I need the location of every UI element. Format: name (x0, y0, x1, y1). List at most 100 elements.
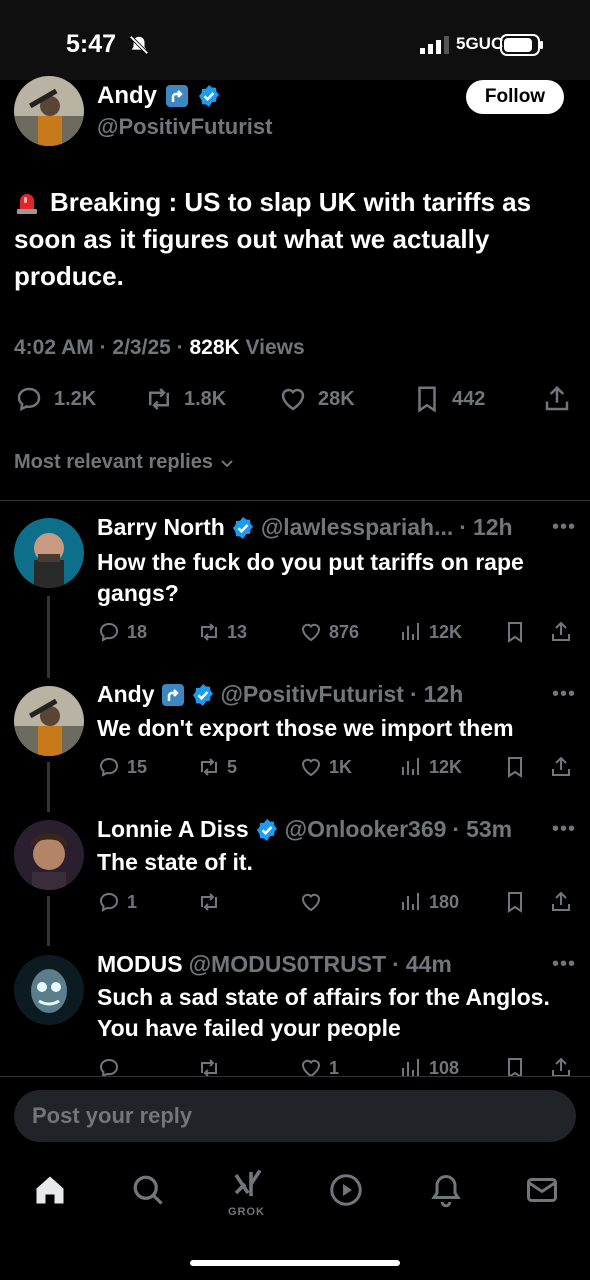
author-avatar[interactable] (14, 76, 84, 146)
repost-icon (201, 893, 217, 911)
notifications-bell-icon[interactable] (428, 1172, 464, 1208)
tweet-text-body: Breaking : US to slap UK with tariffs as… (14, 187, 532, 291)
repost-action[interactable]: 5 (197, 755, 237, 779)
reply-header: MODUS @MODUS0TRUST · 44m (97, 951, 452, 978)
repost-action[interactable] (197, 890, 227, 914)
author-handle[interactable]: @PositivFuturist (97, 114, 272, 140)
views-action[interactable]: 12K (399, 620, 462, 644)
reply-avatar[interactable] (14, 518, 84, 588)
reply-avatar[interactable] (14, 686, 84, 756)
status-time: 5:47 (66, 30, 117, 58)
signal-icon (420, 36, 449, 54)
share-action[interactable] (549, 890, 573, 914)
repost-count: 13 (227, 621, 248, 642)
repost-action[interactable]: 1.8K (144, 384, 226, 414)
network-label: 5GUC (456, 34, 504, 53)
repost-action[interactable]: 13 (197, 620, 247, 644)
reply-icon (99, 622, 119, 642)
like-action[interactable]: 1K (299, 755, 352, 779)
reply-action[interactable]: 18 (97, 620, 147, 644)
share-icon (545, 385, 569, 411)
views-action[interactable]: 180 (399, 890, 459, 914)
reply-input[interactable]: Post your reply (14, 1090, 576, 1142)
bookmark-icon (508, 622, 522, 643)
tweet-views-count: 828K (189, 336, 240, 359)
home-icon[interactable] (32, 1172, 68, 1208)
grok-icon[interactable] (230, 1166, 266, 1202)
status-bar: 5:47 5GUC (0, 0, 590, 80)
thread-line (47, 896, 50, 946)
views-count: 12K (429, 756, 463, 777)
heart-icon (301, 893, 321, 912)
views-chart-icon (402, 623, 419, 640)
author-name-row[interactable]: Andy (97, 82, 221, 110)
reply-time: 44m (405, 951, 452, 977)
reply-actions: 18 13 876 12K (97, 620, 577, 648)
tweet-meta: 4:02 AM · 2/3/25 · 828K Views (14, 336, 305, 359)
more-options-icon[interactable]: ••• (552, 683, 576, 706)
share-icon (552, 891, 570, 911)
reply-action[interactable]: 1.2K (14, 384, 96, 414)
share-icon (552, 756, 570, 776)
share-action[interactable] (549, 755, 573, 779)
share-action[interactable] (549, 620, 573, 644)
replies-sort-dropdown[interactable]: Most relevant replies (14, 451, 235, 474)
tweet-text: Breaking : US to slap UK with tariffs as… (14, 184, 574, 295)
reply-avatar[interactable] (14, 820, 84, 890)
share-action[interactable] (542, 384, 572, 414)
like-count: 1K (329, 756, 353, 777)
battery-icon (500, 34, 543, 56)
verified-badge-icon (199, 85, 219, 107)
reply-author-name[interactable]: Lonnie A Diss (97, 816, 249, 843)
reply-author-handle[interactable]: @Onlooker369 (285, 816, 447, 843)
reply-author-handle[interactable]: @PositivFuturist (221, 681, 404, 708)
reply-author-handle[interactable]: @MODUS0TRUST (189, 951, 387, 978)
messages-mail-icon[interactable] (524, 1172, 560, 1208)
more-options-icon[interactable]: ••• (552, 818, 576, 841)
silent-bell-icon (129, 35, 149, 55)
reply-author-name[interactable]: MODUS (97, 951, 183, 978)
tweet-date: 2/3/25 (112, 336, 171, 359)
author-name[interactable]: Andy (97, 82, 157, 110)
bookmark-action[interactable] (503, 890, 527, 914)
like-action[interactable]: 876 (299, 620, 359, 644)
reply-action[interactable]: 15 (97, 755, 147, 779)
like-action[interactable] (299, 890, 329, 914)
repost-icon (201, 623, 217, 641)
reply-time: 53m (466, 816, 513, 842)
search-icon[interactable] (130, 1172, 166, 1208)
views-count: 12K (429, 621, 463, 642)
reply-time: 12h (423, 681, 464, 707)
more-options-icon[interactable]: ••• (552, 516, 576, 539)
views-chart-icon (402, 893, 419, 910)
tweet-time: 4:02 AM (14, 336, 94, 359)
like-action[interactable]: 28K (278, 384, 355, 414)
bookmark-icon (508, 892, 522, 913)
home-indicator (190, 1260, 400, 1266)
reply-text: The state of it. (97, 849, 253, 875)
police-light-emoji-icon (17, 194, 37, 214)
reply-action[interactable]: 1 (97, 890, 137, 914)
views-action[interactable]: 12K (399, 755, 462, 779)
reply-header: Lonnie A Diss @Onlooker369 · 53m (97, 816, 513, 843)
bookmark-count: 442 (452, 387, 486, 410)
verified-badge-icon (192, 683, 213, 706)
share-icon (552, 621, 570, 641)
reply-count: 1 (127, 891, 138, 912)
more-options-icon[interactable]: ••• (552, 953, 576, 976)
bookmark-action[interactable] (503, 755, 527, 779)
reply-author-name[interactable]: Andy (97, 681, 155, 708)
reply-author-handle[interactable]: @lawlesspariah... (261, 514, 453, 541)
bookmark-action[interactable] (503, 620, 527, 644)
reply-time: 12h (472, 514, 513, 540)
video-play-icon[interactable] (328, 1172, 364, 1208)
verified-badge-icon (232, 516, 253, 539)
tweet-views-label: Views (245, 336, 305, 359)
views-count: 180 (429, 891, 460, 912)
bookmark-icon (418, 386, 436, 413)
reply-avatar[interactable] (14, 955, 84, 1025)
reply-actions: 15 5 1K 12K (97, 755, 577, 783)
follow-button[interactable]: Follow (466, 80, 564, 114)
bookmark-action[interactable]: 442 (412, 384, 485, 414)
reply-author-name[interactable]: Barry North (97, 514, 225, 541)
